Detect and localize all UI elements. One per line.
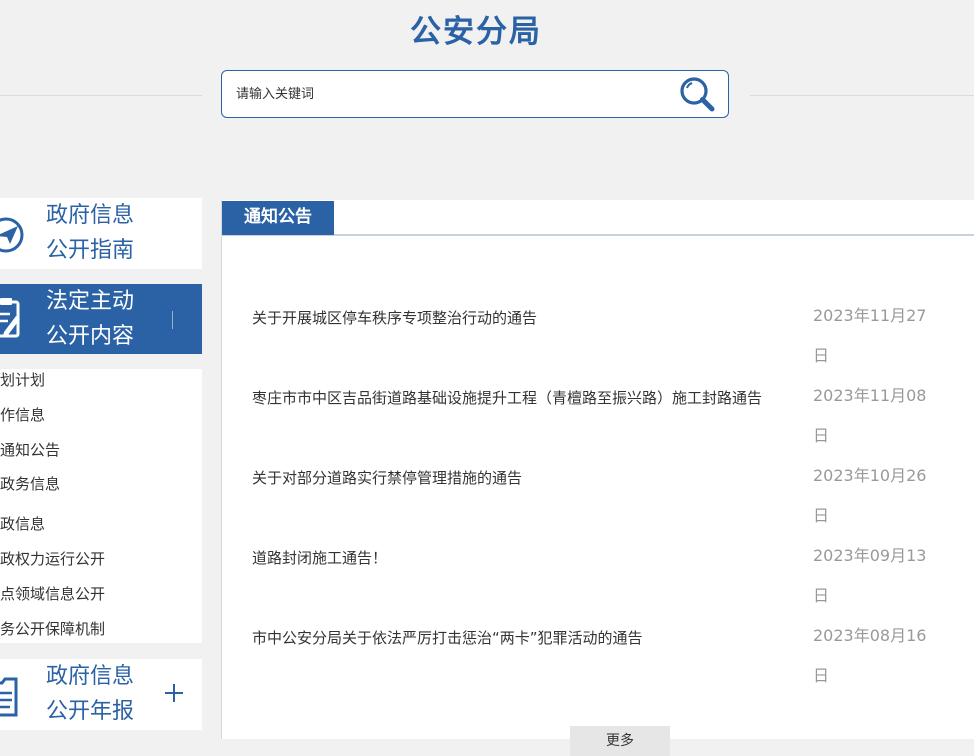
sidebar-guide-line2: 公开指南 <box>46 238 135 263</box>
notice-title-2[interactable]: 枣庄市市中区吉品街道路基础设施提升工程（青檀路至振兴路）施工封路通告 <box>252 387 784 408</box>
notice-date-2: 2023年11月08日 <box>813 386 927 445</box>
tab-notices[interactable]: 通知公告 <box>222 201 334 235</box>
submenu-item-key-areas[interactable]: 点领域信息公开 <box>0 583 105 604</box>
submenu-item-notices[interactable]: 通知公告 <box>0 439 60 460</box>
active-indicator <box>172 311 173 329</box>
sidebar-report-line2: 公开年报 <box>46 699 135 724</box>
notice-date-3: 2023年10月26日 <box>813 466 927 525</box>
folder-document-icon <box>0 677 18 717</box>
more-button[interactable]: 更多 <box>570 726 670 756</box>
notice-date-5: 2023年08月16日 <box>813 626 927 685</box>
submenu-item-government-affairs[interactable]: 政务信息 <box>0 473 60 494</box>
sidebar-item-active-content[interactable]: 法定主动 公开内容 <box>0 284 202 354</box>
sidebar-guide-line1: 政府信息 <box>46 203 135 228</box>
search-box <box>221 70 729 118</box>
notice-title-3[interactable]: 关于对部分道路实行禁停管理措施的通告 <box>252 467 784 488</box>
paper-plane-icon <box>0 217 24 253</box>
submenu-item-power-operation[interactable]: 政权力运行公开 <box>0 548 105 569</box>
header-divider-left <box>0 95 202 96</box>
panel-header: 通知公告 <box>222 200 974 236</box>
sidebar-item-guide[interactable]: 政府信息 公开指南 <box>0 198 202 269</box>
notice-date-1: 2023年11月27日 <box>813 306 927 365</box>
search-icon <box>680 77 715 112</box>
clipboard-edit-icon <box>0 298 20 338</box>
submenu-item-guarantee[interactable]: 务公开保障机制 <box>0 618 105 639</box>
notice-title-5[interactable]: 市中公安分局关于依法严厉打击惩治“两卡”犯罪活动的通告 <box>252 627 784 648</box>
notice-title-1[interactable]: 关于开展城区停车秩序专项整治行动的通告 <box>252 307 784 328</box>
search-button[interactable] <box>678 75 718 115</box>
search-input[interactable] <box>236 82 666 106</box>
sidebar-submenu: 划计划 作信息 通知公告 政务信息 政信息 政权力运行公开 点领域信息公开 务公… <box>0 369 202 643</box>
site-title: 公安分局 <box>410 14 542 50</box>
sidebar-active-line2: 公开内容 <box>46 324 135 349</box>
submenu-item-work-info[interactable]: 作信息 <box>0 404 45 425</box>
notice-date-4: 2023年09月13日 <box>813 546 927 605</box>
sidebar-report-line1: 政府信息 <box>46 664 135 689</box>
header-divider-right <box>750 95 974 96</box>
sidebar-active-line1: 法定主动 <box>46 289 135 314</box>
submenu-item-plan[interactable]: 划计划 <box>0 369 45 390</box>
notice-panel: 通知公告 关于开展城区停车秩序专项整治行动的通告 2023年11月27日 枣庄市… <box>221 200 974 756</box>
notice-title-4[interactable]: 道路封闭施工通告！ <box>252 547 784 568</box>
sidebar-item-annual-report[interactable]: 政府信息 公开年报 <box>0 659 202 730</box>
plus-icon[interactable] <box>164 683 184 703</box>
submenu-item-government-info[interactable]: 政信息 <box>0 513 45 534</box>
